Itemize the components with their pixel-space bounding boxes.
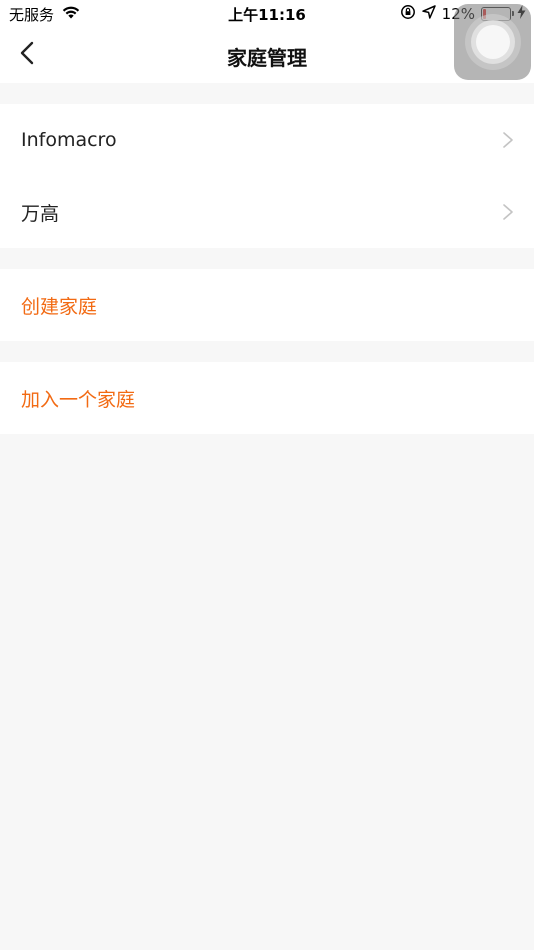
family-name: 万高: [21, 202, 60, 225]
family-list: Infomacro 万高: [0, 104, 534, 248]
family-row-wangao[interactable]: 万高: [0, 176, 534, 248]
chevron-right-icon: [502, 203, 514, 221]
orientation-lock-icon: [400, 4, 416, 24]
family-name: Infomacro: [21, 129, 117, 151]
location-arrow-icon: [421, 5, 436, 23]
join-family-label: 加入一个家庭: [21, 388, 136, 411]
create-family-section: 创建家庭: [0, 269, 534, 341]
create-family-label: 创建家庭: [21, 295, 98, 318]
assistive-touch-core: [475, 25, 510, 59]
family-row-infomacro[interactable]: Infomacro: [0, 104, 534, 176]
create-family-button[interactable]: 创建家庭: [0, 269, 534, 341]
assistive-touch-outer-ring: [464, 14, 521, 70]
join-family-button[interactable]: 加入一个家庭: [0, 362, 534, 434]
assistive-touch-button[interactable]: [454, 4, 531, 80]
join-family-section: 加入一个家庭: [0, 362, 534, 434]
assistive-touch-inner-ring: [470, 20, 515, 64]
chevron-right-icon: [502, 131, 514, 149]
